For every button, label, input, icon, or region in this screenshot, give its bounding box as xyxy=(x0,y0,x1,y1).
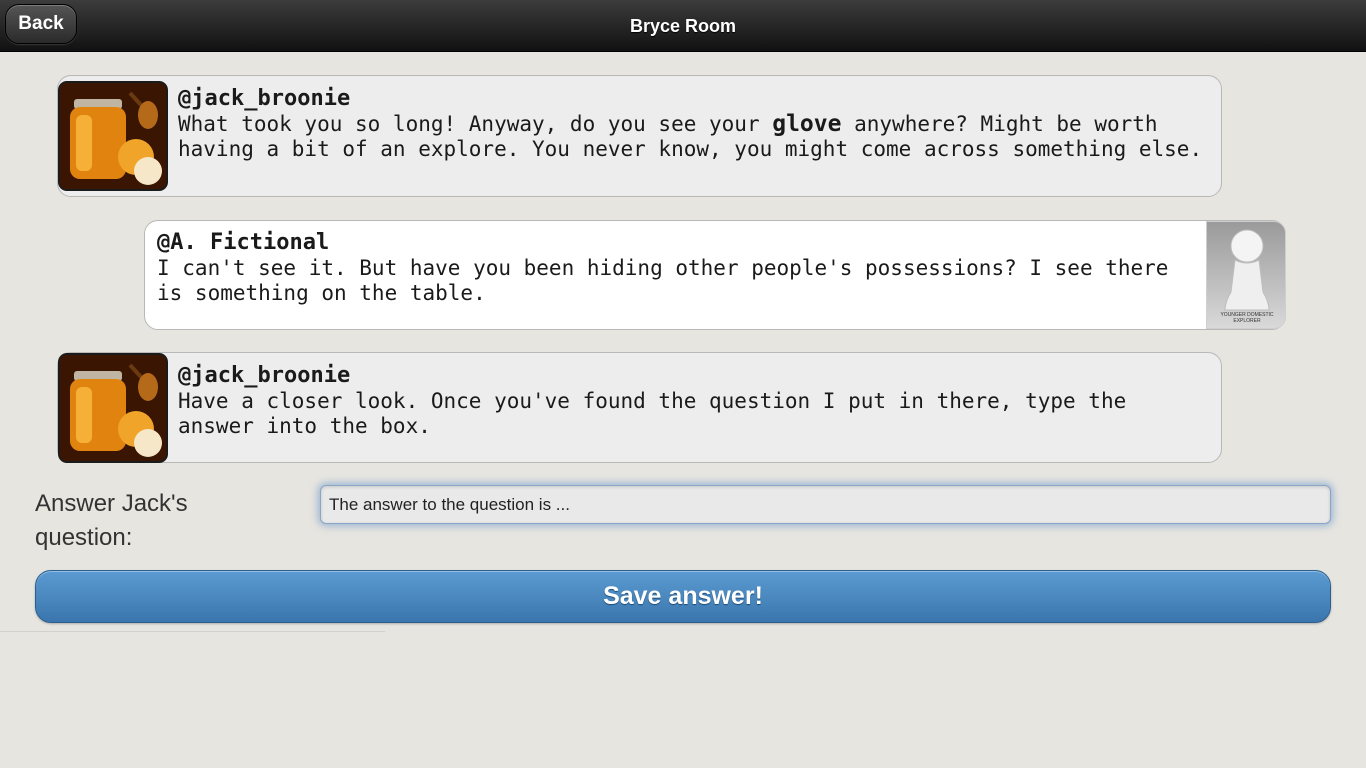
message-author: @jack_broonie xyxy=(178,86,351,111)
honey-jar-avatar xyxy=(58,81,168,191)
honey-jar-icon xyxy=(60,83,166,189)
message-author: @jack_broonie xyxy=(178,363,351,388)
chat-message: @jack_broonie What took you so long! Any… xyxy=(57,75,1222,197)
message-text: I can't see it. But have you been hiding… xyxy=(157,256,1169,305)
honey-jar-icon xyxy=(60,355,166,461)
pawn-icon xyxy=(1224,229,1270,311)
message-text: What took you so long! Anyway, do you se… xyxy=(178,112,1208,161)
honey-jar-avatar xyxy=(58,353,168,463)
chat-message: @jack_broonie Have a closer look. Once y… xyxy=(57,352,1222,463)
chat-message: @A. Fictional I can't see it. But have y… xyxy=(144,220,1286,330)
page-title: Bryce Room xyxy=(629,16,737,36)
answer-input[interactable] xyxy=(320,485,1331,524)
divider xyxy=(0,631,385,632)
avatar-caption: YOUNGER DOMESTIC EXPLORER xyxy=(1220,312,1274,324)
message-text: Have a closer look. Once you've found th… xyxy=(178,389,1127,438)
header-bar: Bryce Room Back xyxy=(0,0,1366,52)
save-answer-button[interactable]: Save answer! xyxy=(35,570,1331,623)
message-bold-word: glove xyxy=(772,111,842,137)
message-author: @A. Fictional xyxy=(157,230,330,255)
message-text-start: What took you so long! Anyway, do you se… xyxy=(178,112,773,136)
answer-label: Answer Jack's question: xyxy=(35,490,188,551)
back-button[interactable]: Back xyxy=(5,4,77,44)
pawn-avatar: YOUNGER DOMESTIC EXPLORER xyxy=(1206,221,1286,329)
